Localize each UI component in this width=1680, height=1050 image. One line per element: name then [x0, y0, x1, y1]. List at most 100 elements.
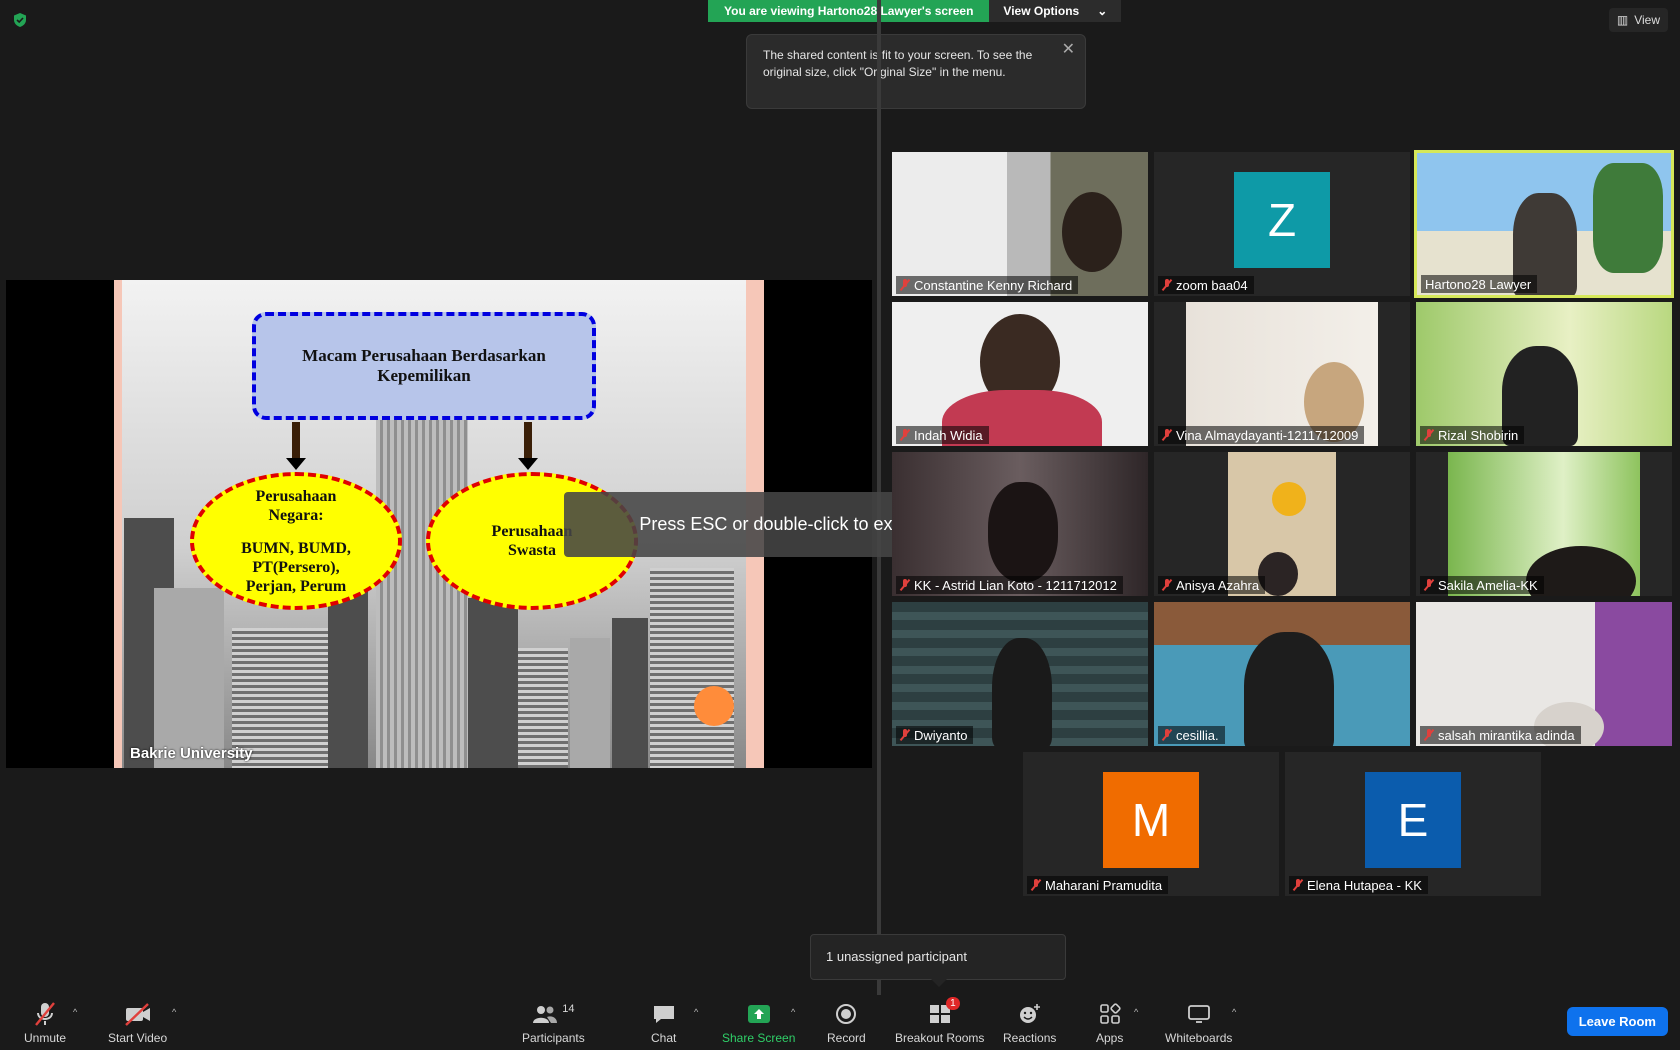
slide-title-box: Macam Perusahaan Berdasarkan Kepemilikan	[252, 312, 596, 420]
video-tile[interactable]: Dwiyanto	[892, 602, 1148, 746]
skyline-building	[612, 618, 648, 768]
video-tile[interactable]: Constantine Kenny Richard	[892, 152, 1148, 296]
apps-options-caret-icon[interactable]: ^	[1134, 1007, 1138, 1017]
mic-muted-icon	[1031, 879, 1041, 891]
tooltip-text: The shared content is fit to your screen…	[763, 48, 1033, 79]
audio-options-caret-icon[interactable]: ^	[73, 1007, 77, 1017]
start-video-label: Start Video	[108, 1031, 168, 1045]
mic-muted-icon	[1293, 879, 1303, 891]
oval-text: Perjan, Perum	[245, 577, 347, 595]
participant-name: Elena Hutapea - KK	[1307, 877, 1422, 893]
video-tile[interactable]: Anisya Azahra	[1154, 452, 1410, 596]
breakout-notification-badge: 1	[946, 997, 960, 1010]
viewing-screen-label: You are viewing Hartono28 Lawyer's scree…	[708, 0, 990, 22]
close-icon[interactable]: ✕	[1062, 41, 1075, 58]
chat-label: Chat	[651, 1031, 677, 1045]
whiteboards-label: Whiteboards	[1165, 1031, 1233, 1045]
video-tile[interactable]: KK - Astrid Lian Koto - 1211712012	[892, 452, 1148, 596]
chat-options-caret-icon[interactable]: ^	[694, 1007, 698, 1017]
whiteboards-button[interactable]: Whiteboards	[1165, 1001, 1232, 1045]
participant-name-tag: Maharani Pramudita	[1027, 876, 1169, 894]
unassigned-participant-popup[interactable]: 1 unassigned participant	[810, 934, 1066, 987]
slide-footer-text: Bakrie University	[130, 745, 253, 762]
leave-room-button[interactable]: Leave Room	[1566, 1007, 1668, 1036]
participant-name-tag: Sakila Amelia-KK	[1420, 576, 1544, 594]
smiley-plus-icon	[1018, 1001, 1042, 1027]
participant-name: cesillia.	[1176, 727, 1219, 743]
oval-text: Negara:	[268, 506, 324, 524]
video-tile[interactable]: M Maharani Pramudita	[1023, 752, 1279, 896]
mic-muted-icon	[900, 279, 910, 291]
apps-button[interactable]: Apps	[1096, 1001, 1123, 1045]
video-tile[interactable]: Z zoom baa04	[1154, 152, 1410, 296]
view-options-button[interactable]: View Options ⌄	[989, 0, 1122, 22]
mic-muted-icon	[1162, 579, 1172, 591]
state-company-oval: Perusahaan Negara: BUMN, BUMD, PT(Perser…	[190, 472, 402, 610]
participant-name-tag: Constantine Kenny Richard	[896, 276, 1079, 294]
participants-count: 14	[562, 1003, 575, 1015]
participant-name: KK - Astrid Lian Koto - 1211712012	[914, 577, 1117, 593]
view-label: View	[1634, 13, 1660, 27]
video-tile[interactable]: cesillia.	[1154, 602, 1410, 746]
participant-avatar: E	[1365, 772, 1461, 868]
view-layout-button[interactable]: ▥ View	[1608, 8, 1668, 32]
participant-name-tag: cesillia.	[1158, 726, 1225, 744]
participant-name: Sakila Amelia-KK	[1438, 577, 1538, 593]
view-options-label: View Options	[1003, 4, 1080, 18]
reactions-button[interactable]: Reactions	[1003, 1001, 1056, 1045]
record-button[interactable]: Record	[827, 1001, 866, 1045]
video-tile[interactable]: salsah mirantika adinda	[1416, 602, 1672, 746]
participant-name-tag: Dwiyanto	[896, 726, 974, 744]
chat-bubble-icon	[652, 1001, 676, 1027]
reactions-label: Reactions	[1003, 1031, 1057, 1045]
record-label: Record	[827, 1031, 866, 1045]
participant-avatar: Z	[1234, 172, 1330, 268]
whiteboard-icon	[1187, 1001, 1211, 1027]
oval-text: Perusahaan	[491, 523, 573, 540]
whiteboards-options-caret-icon[interactable]: ^	[1232, 1007, 1236, 1017]
participants-icon: 14	[532, 1001, 574, 1027]
oval-text: Swasta	[507, 542, 556, 559]
participant-name: Indah Widia	[914, 427, 983, 443]
skyline-building	[518, 648, 568, 768]
start-video-button[interactable]: Start Video	[108, 1001, 167, 1045]
record-icon	[835, 1001, 857, 1027]
mic-muted-icon	[33, 1001, 57, 1027]
skyline-building	[154, 588, 224, 768]
video-off-icon	[123, 1001, 153, 1027]
video-tile[interactable]: Sakila Amelia-KK	[1416, 452, 1672, 596]
skyline-tower	[376, 420, 468, 768]
unmute-button[interactable]: Unmute	[24, 1001, 66, 1045]
video-tile[interactable]: Indah Widia	[892, 302, 1148, 446]
oval-text: PT(Persero),	[252, 558, 340, 576]
sunflower	[1272, 482, 1306, 516]
security-shield-icon[interactable]	[12, 12, 28, 28]
participant-name: Constantine Kenny Richard	[914, 277, 1073, 293]
video-tile[interactable]: Rizal Shobirin	[1416, 302, 1672, 446]
share-screen-button[interactable]: Share Screen	[722, 1001, 795, 1045]
video-tile[interactable]: E Elena Hutapea - KK	[1285, 752, 1541, 896]
participant-silhouette	[988, 482, 1058, 582]
participants-button[interactable]: 14 Participants	[522, 1001, 585, 1045]
share-options-caret-icon[interactable]: ^	[791, 1007, 795, 1017]
participant-silhouette	[1062, 192, 1122, 272]
oval-text: Perusahaan	[255, 487, 337, 505]
mic-muted-icon	[900, 579, 910, 591]
zoom-meeting-window: You are viewing Hartono28 Lawyer's scree…	[0, 0, 1680, 1050]
oval-text: BUMN, BUMD,	[241, 539, 351, 557]
skyline-building	[468, 598, 518, 768]
participant-name: salsah mirantika adinda	[1438, 727, 1575, 743]
video-tile-active-speaker[interactable]: Hartono28 Lawyer	[1414, 150, 1674, 298]
participant-name-tag: Vina Almaydayanti-1211712009	[1158, 426, 1365, 444]
chevron-down-icon: ⌄	[1097, 4, 1108, 18]
video-tile[interactable]: Vina Almaydayanti-1211712009	[1154, 302, 1410, 446]
participant-name-tag: KK - Astrid Lian Koto - 1211712012	[896, 576, 1123, 594]
chat-button[interactable]: Chat	[651, 1001, 676, 1045]
screen-share-banner: You are viewing Hartono28 Lawyer's scree…	[708, 0, 1122, 22]
video-options-caret-icon[interactable]: ^	[172, 1007, 176, 1017]
mic-muted-icon	[900, 429, 910, 441]
participant-silhouette	[1244, 632, 1334, 746]
participant-name: Hartono28 Lawyer	[1425, 276, 1532, 292]
breakout-rooms-button[interactable]: 1 Breakout Rooms	[895, 997, 984, 1045]
participant-name: Anisya Azahra	[1176, 577, 1260, 593]
